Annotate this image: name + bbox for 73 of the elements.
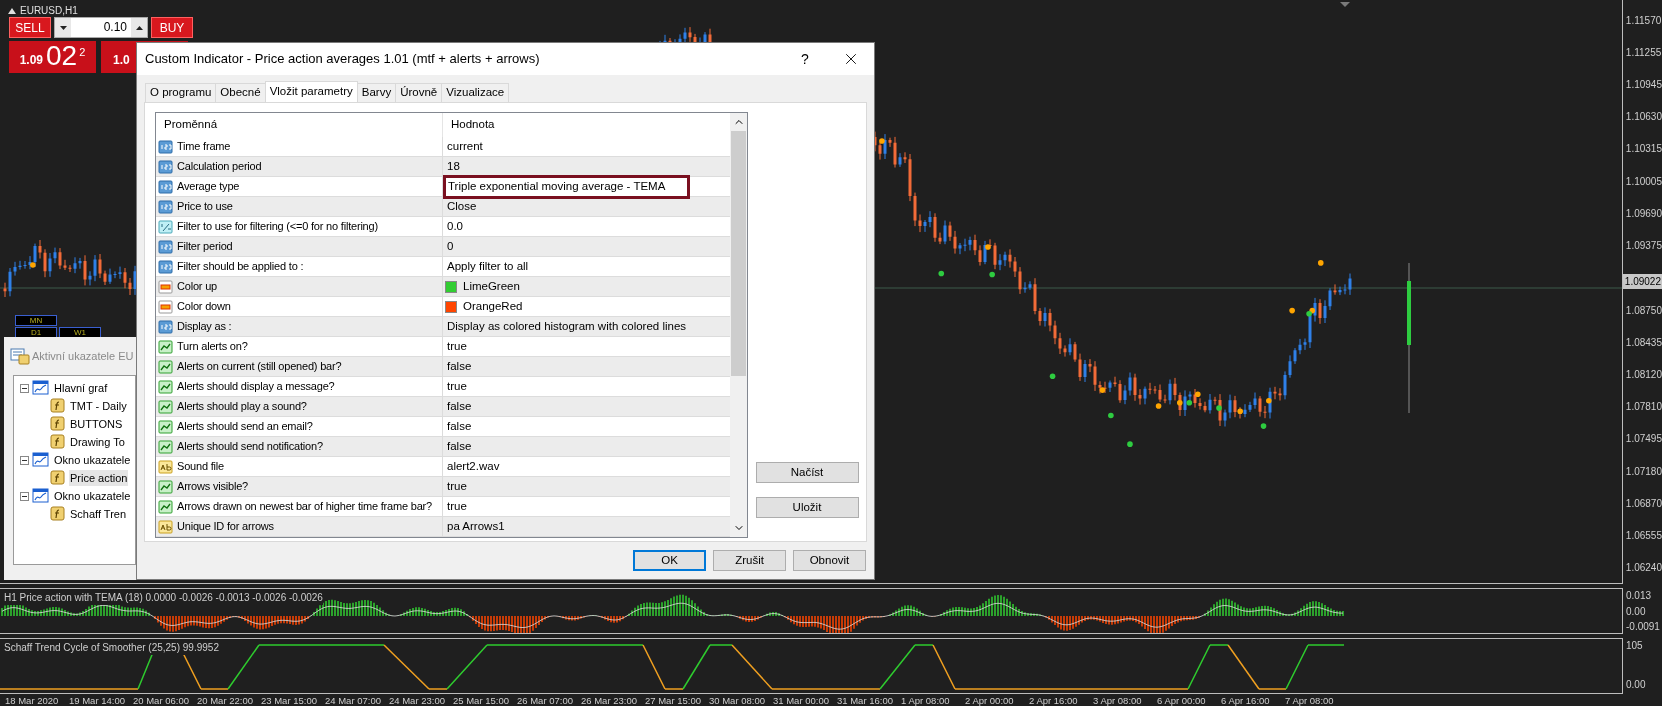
price-label: 1.09690 [1624,206,1662,221]
time-label: 2 Apr 16:00 [1029,693,1079,706]
time-label: 27 Mar 15:00 [645,693,702,706]
time-label: 18 Mar 2020 [5,693,60,706]
time-label: 6 Apr 16:00 [1221,693,1271,706]
parameter-name: Filter period [177,239,233,255]
price-label: 1.08750 [1624,303,1662,318]
price-label: 1.07810 [1624,400,1662,415]
price-label: 1.11255 [1624,45,1662,60]
price-fraction: 2 [79,45,86,60]
time-label: 20 Mar 06:00 [133,693,190,706]
parameter-name: Color down [177,299,231,315]
axis-label: 0.013 [1626,589,1653,603]
axis-label: 0.00 [1626,678,1647,692]
price-label: 1.10315 [1624,142,1662,157]
price-main: 02 [46,41,78,71]
indicator-title: H1 Price action with TEMA (18) 0.0000 -0.0026 -0.0013 -0.0026 -0.0026 [4,590,323,605]
parameter-name: Arrows drawn on newest bar of higher time frame bar? [177,499,432,515]
price-label: 1.06555 [1624,529,1662,544]
parameter-name: Alerts should send notification? [177,439,323,455]
price-label: 1.06870 [1624,496,1662,511]
parameter-name: Alerts should send an email? [177,419,313,435]
price-label: 1.07180 [1624,464,1662,479]
price-label: 1.10945 [1624,78,1662,93]
price-label: 1.08120 [1624,368,1662,382]
parameter-name: Turn alerts on? [177,339,248,355]
parameter-name: Alerts should play a sound? [177,399,307,415]
axis-label: 0.00 [1626,604,1647,619]
parameter-name: Alerts on current (still opened) bar? [177,359,342,375]
parameter-name: Price to use [177,199,233,215]
time-label: 31 Mar 00:00 [773,693,830,706]
price-label: 1.11570 [1624,13,1662,28]
parameter-name: Display as : [177,319,232,335]
parameter-name: Sound file [177,459,224,475]
time-label: 23 Mar 15:00 [261,693,318,706]
parameter-name: Color up [177,279,217,295]
parameter-name: Calculation period [177,159,262,175]
time-label: 7 Apr 08:00 [1285,693,1335,706]
parameter-name: Unique ID for arrows [177,519,274,535]
price-prefix: 1.09 [19,52,44,69]
price-label: 1.10005 [1624,174,1662,189]
time-label: 6 Apr 00:00 [1157,693,1207,706]
time-label: 3 Apr 08:00 [1093,693,1143,706]
parameter-name: Alerts should display a message? [177,379,335,395]
parameter-name: Arrows visible? [177,479,248,495]
time-label: 20 Mar 22:00 [197,693,254,706]
price-label: 1.08435 [1624,335,1662,350]
parameter-name: Average type [177,179,240,195]
parameter-name: Time frame [177,139,231,155]
time-label: 1 Apr 08:00 [901,693,951,706]
price-label: 1.07495 [1624,432,1662,447]
time-label: 19 Mar 14:00 [69,693,126,706]
time-label: 24 Mar 07:00 [325,693,382,706]
time-label: 26 Mar 07:00 [517,693,574,706]
dialog-title: Custom Indicator - Price action averages 1.01 (mtf + alerts + arrows) [145,50,541,69]
time-label: 24 Mar 23:00 [389,693,446,706]
time-label: 31 Mar 16:00 [837,693,894,706]
time-label: 26 Mar 23:00 [581,693,638,706]
price-label: 1.06240 [1624,561,1662,576]
window-title: Aktivní ukazatele EU [32,348,134,364]
time-label: 30 Mar 08:00 [709,693,766,706]
price-prefix: 1.0 [113,52,130,69]
time-label: 25 Mar 15:00 [453,693,510,706]
price-label: 1.09375 [1624,239,1662,254]
parameter-name: Filter to use for filtering (<=0 for no filtering) [177,219,378,235]
time-label: 2 Apr 00:00 [965,693,1015,706]
axis-label: -0.0091 [1626,620,1661,634]
price-label: 1.10630 [1624,110,1662,125]
chart-symbol: EURUSD,H1 [20,4,78,18]
axis-label: 105 [1626,639,1644,653]
parameter-name: Filter should be applied to : [177,259,304,275]
current-price-tag: 1.09022 [1622,273,1662,289]
indicator-title: Schaff Trend Cycle of Smoother (25,25) 99.9952 [4,640,219,655]
